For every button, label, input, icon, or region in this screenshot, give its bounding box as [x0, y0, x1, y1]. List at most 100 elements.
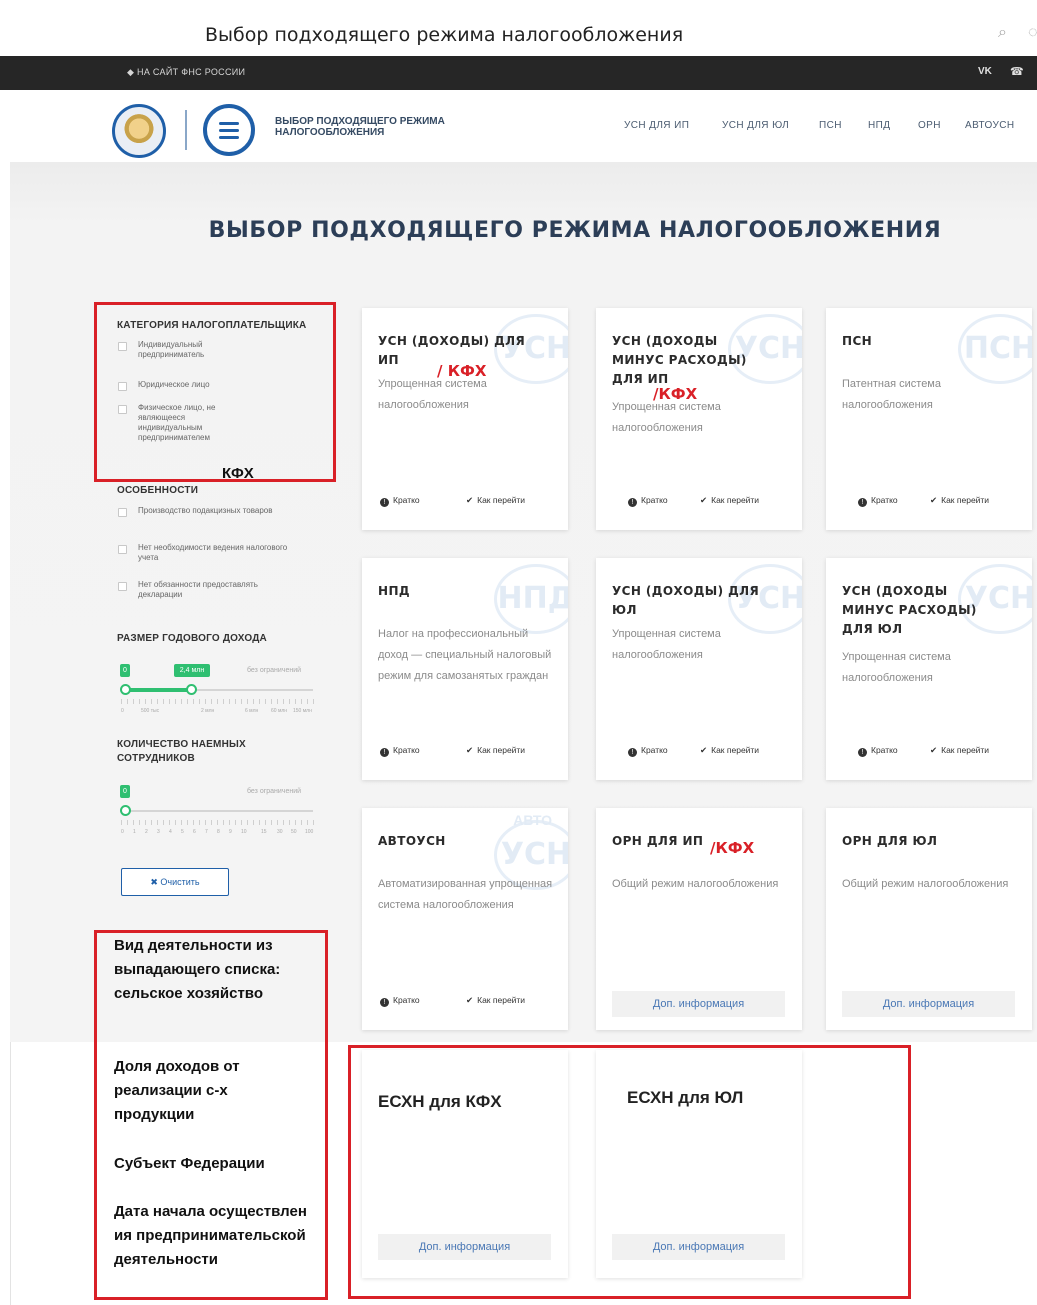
income-value-badge: 2,4 млн	[174, 664, 210, 677]
annotation-activity-type: Вид деятельности из выпадающего списка: …	[114, 937, 281, 1002]
income-slider-max-handle[interactable]	[186, 684, 197, 695]
tax-regime-logo[interactable]	[203, 104, 255, 156]
income-heading: РАЗМЕР ГОДОВОГО ДОХОДА	[117, 633, 267, 644]
annotation-kfh-card2: /КФХ	[653, 385, 698, 403]
logo-divider	[185, 110, 187, 150]
annotation-kfh-card8: /КФХ	[710, 839, 755, 857]
employees-unlimited-label: без ограничений	[247, 788, 302, 795]
card-orn-ul[interactable]: ОРН ДЛЯ ЮЛ Общий режим налогообложения Д…	[826, 808, 1032, 1030]
more-info-button[interactable]: Доп. информация	[612, 991, 785, 1017]
annotation-kfh-filter: КФХ	[222, 465, 254, 482]
brief-button[interactable]: ! Кратко	[858, 495, 898, 507]
card-psn[interactable]: ПСН ПСН Патентная система налогообложени…	[826, 308, 1032, 530]
nav-avtousn[interactable]: АВТОУСН	[965, 120, 1015, 131]
nav-npd[interactable]: НПД	[868, 120, 890, 131]
brief-button[interactable]: ! Кратко	[858, 745, 898, 757]
annotation-box-esxn	[348, 1045, 911, 1299]
card-orn-ip[interactable]: ОРН ДЛЯ ИП Общий режим налогообложения Д…	[596, 808, 802, 1030]
nav-orn[interactable]: ОРН	[918, 120, 941, 131]
browser-title-bar: Выбор подходящего режима налогообложения…	[0, 0, 1037, 56]
nav-usn-ip[interactable]: УСН ДЛЯ ИП	[624, 120, 689, 131]
check-icon: ✔	[930, 495, 938, 505]
employees-slider-track[interactable]	[125, 810, 313, 812]
card-title: НПД	[378, 584, 410, 598]
employees-slider-handle[interactable]	[120, 805, 131, 816]
income-tick-label: 500 тыс	[141, 708, 160, 714]
vk-icon[interactable]: VK	[978, 66, 992, 77]
card-description: Упрощенная система налогообложения	[612, 401, 721, 434]
card-usn-income-expense-ip[interactable]: УСН УСН (ДОХОДЫ МИНУС РАСХОДЫ) ДЛЯ ИП Уп…	[596, 308, 802, 530]
employees-tick-label: 4	[169, 829, 172, 835]
how-to-switch-button[interactable]: ✔ Как перейти	[466, 995, 525, 1006]
income-min-badge: 0	[120, 664, 130, 677]
info-icon: !	[858, 498, 867, 507]
income-slider[interactable]: 0 2,4 млн без ограничений 0 500 тыс 2 мл…	[117, 664, 322, 719]
avto-watermark-label: АВТО	[513, 812, 552, 828]
brief-button[interactable]: ! Кратко	[628, 495, 668, 507]
site-header: ВЫБОР ПОДХОДЯЩЕГО РЕЖИМА НАЛОГООБЛОЖЕНИЯ…	[0, 90, 1037, 162]
info-icon: !	[858, 748, 867, 757]
how-to-switch-button[interactable]: ✔ Как перейти	[930, 495, 989, 506]
search-icon[interactable]: ⌕	[998, 24, 1007, 42]
card-usn-income-ip[interactable]: УСН УСН (ДОХОДЫ) ДЛЯ ИП Упрощенная систе…	[362, 308, 568, 530]
brief-button[interactable]: ! Кратко	[628, 745, 668, 757]
card-title: УСН (ДОХОДЫ МИНУС РАСХОДЫ) ДЛЯ ЮЛ	[842, 584, 977, 636]
more-info-button[interactable]: Доп. информация	[842, 991, 1015, 1017]
check-icon: ✔	[700, 745, 708, 755]
card-usn-income-ul[interactable]: УСН УСН (ДОХОДЫ) ДЛЯ ЮЛ Упрощенная систе…	[596, 558, 802, 780]
card-description: Общий режим налогообложения	[612, 878, 779, 890]
brief-button[interactable]: ! Кратко	[380, 495, 420, 507]
card-title: ОРН ДЛЯ ЮЛ	[842, 834, 938, 848]
how-to-switch-button[interactable]: ✔ Как перейти	[466, 495, 525, 506]
employees-tick-label: 100	[305, 829, 314, 835]
employees-tick-label: 2	[145, 829, 148, 835]
income-tick-label: 60 млн	[271, 708, 288, 714]
checkbox-label: Производство подакцизных товаров	[138, 506, 273, 515]
card-title: АВТОУСН	[378, 834, 446, 848]
card-description: Налог на профессиональный доход — специа…	[378, 628, 552, 682]
check-icon: ✔	[930, 745, 938, 755]
employees-tick-label: 3	[157, 829, 160, 835]
info-icon: !	[380, 748, 389, 757]
card-avtousn[interactable]: УСН АВТО АВТОУСН Автоматизированная упро…	[362, 808, 568, 1030]
employees-tick-label: 1	[133, 829, 136, 835]
check-icon: ✔	[466, 495, 474, 505]
checkbox-box[interactable]	[118, 582, 127, 591]
clear-filters-button[interactable]: ✖ Очистить	[121, 868, 229, 896]
checkbox-box[interactable]	[118, 508, 127, 517]
brief-button[interactable]: ! Кратко	[380, 995, 420, 1007]
fns-site-link[interactable]: ◆ НА САЙТ ФНС РОССИИ	[127, 67, 245, 78]
checkbox-label: Нет необходимости ведения налогового уче…	[138, 543, 288, 562]
employees-tick-label: 5	[181, 829, 184, 835]
employees-tick-label: 7	[205, 829, 208, 835]
income-tick-label: 6 млн	[245, 708, 259, 714]
fns-emblem-logo[interactable]	[112, 104, 166, 158]
annotation-agri-income-share: Доля доходов от реализации с-х продукции	[114, 1058, 240, 1123]
employees-tick-label: 50	[291, 829, 297, 835]
phone-icon[interactable]: ☎	[1010, 65, 1024, 78]
how-to-switch-button[interactable]: ✔ Как перейти	[466, 745, 525, 756]
checkbox-box[interactable]	[118, 545, 127, 554]
card-usn-income-expense-ul[interactable]: УСН УСН (ДОХОДЫ МИНУС РАСХОДЫ) ДЛЯ ЮЛ Уп…	[826, 558, 1032, 780]
how-to-switch-button[interactable]: ✔ Как перейти	[930, 745, 989, 756]
page-title: ВЫБОР ПОДХОДЯЩЕГО РЕЖИМА НАЛОГООБЛОЖЕНИЯ	[208, 218, 942, 243]
employees-tick-label: 9	[229, 829, 232, 835]
brief-button[interactable]: ! Кратко	[380, 745, 420, 757]
how-to-switch-button[interactable]: ✔ Как перейти	[700, 495, 759, 506]
employees-tick-label: 15	[261, 829, 267, 835]
annotation-federation-subject: Субъект Федерации	[114, 1155, 265, 1172]
nav-usn-ul[interactable]: УСН ДЛЯ ЮЛ	[722, 120, 789, 131]
how-to-switch-button[interactable]: ✔ Как перейти	[700, 745, 759, 756]
info-icon: !	[380, 498, 389, 507]
menu-icon[interactable]: ◌	[1028, 24, 1037, 42]
browser-title: Выбор подходящего режима налогообложения	[205, 24, 684, 46]
employees-slider-ticks	[121, 820, 317, 825]
employees-slider[interactable]: 0 без ограничений 0 1 2 3 4 5 6 7 8 9 10…	[117, 785, 322, 840]
features-heading: ОСОБЕННОСТИ	[117, 485, 199, 496]
card-npd[interactable]: НПД НПД Налог на профессиональный доход …	[362, 558, 568, 780]
card-description: Упрощенная система налогообложения	[842, 651, 951, 684]
nav-psn[interactable]: ПСН	[819, 120, 842, 131]
employees-min-badge: 0	[120, 785, 130, 798]
income-slider-min-handle[interactable]	[120, 684, 131, 695]
income-tick-label: 2 млн	[201, 708, 215, 714]
